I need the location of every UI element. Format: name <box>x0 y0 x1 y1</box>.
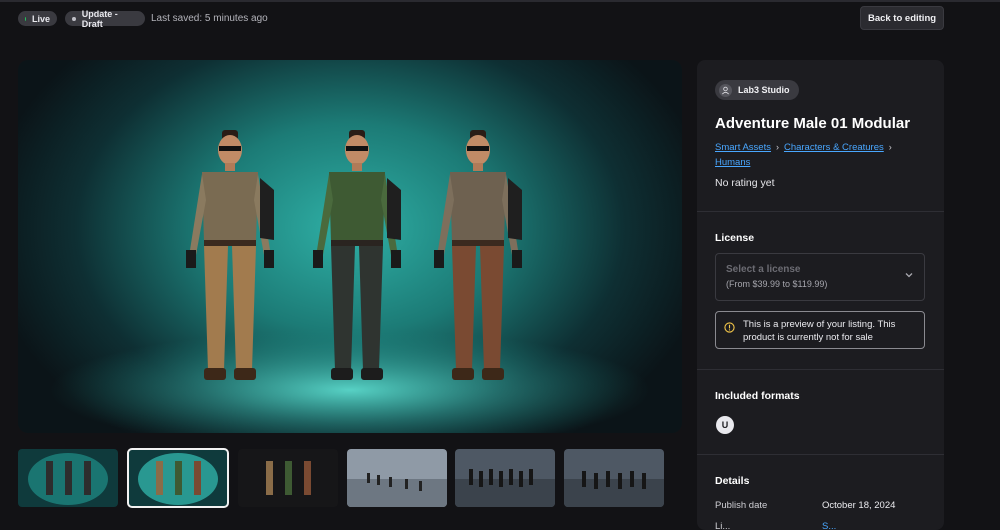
divider <box>697 454 944 455</box>
chevron-down-icon <box>905 273 913 278</box>
breadcrumb-characters-creatures[interactable]: Characters & Creatures <box>784 142 884 153</box>
thumbnail-4[interactable] <box>347 449 447 507</box>
studio-name: Lab3 Studio <box>738 85 790 95</box>
breadcrumb-smart-assets[interactable]: Smart Assets <box>715 142 771 153</box>
back-to-editing-button[interactable]: Back to editing <box>860 6 944 30</box>
product-title: Adventure Male 01 Modular <box>715 115 911 132</box>
chevron-right-icon: › <box>888 142 892 152</box>
unreal-engine-icon: U <box>716 416 734 434</box>
detail-label-2: Li... <box>715 521 731 530</box>
studio-chip[interactable]: Lab3 Studio <box>715 80 799 100</box>
divider <box>697 369 944 370</box>
format-label: U <box>721 420 729 430</box>
breadcrumb-humans[interactable]: Humans <box>715 157 750 168</box>
thumbnail-5[interactable] <box>455 449 555 507</box>
divider <box>697 211 944 212</box>
main-preview-image[interactable] <box>18 60 682 433</box>
top-bar: Live Update - Draft Last saved: 5 minute… <box>18 6 944 30</box>
thumbnail-2[interactable] <box>127 448 229 508</box>
details-heading: Details <box>715 475 750 487</box>
thumbnail-1[interactable] <box>18 449 118 507</box>
license-heading: License <box>715 232 755 244</box>
last-saved-text: Last saved: 5 minutes ago <box>151 13 268 24</box>
preview-notice-text: This is a preview of your listing. This … <box>743 319 896 343</box>
status-badge-draft: Update - Draft <box>65 8 145 29</box>
live-dot-icon <box>25 16 26 21</box>
status-draft-label: Update - Draft <box>81 8 118 29</box>
license-select[interactable]: Select a license (From $39.99 to $119.99… <box>715 253 925 301</box>
license-select-placeholder: Select a license <box>726 264 801 275</box>
formats-heading: Included formats <box>715 390 800 402</box>
chevron-right-icon: › <box>775 142 779 152</box>
preview-notice: This is a preview of your listing. This … <box>715 311 925 349</box>
thumbnail-3[interactable] <box>238 449 338 507</box>
thumbnail-6[interactable] <box>564 449 664 507</box>
status-badge-live: Live <box>18 11 57 26</box>
product-panel: Lab3 Studio Adventure Male 01 Modular Sm… <box>697 60 944 530</box>
character-render-illustration <box>50 130 650 433</box>
user-icon <box>722 86 729 94</box>
detail-value-publish-date: October 18, 2024 <box>822 500 896 511</box>
draft-dot-icon <box>72 16 76 21</box>
rating-text: No rating yet <box>715 177 775 189</box>
top-border <box>0 0 1000 2</box>
status-live-label: Live <box>31 13 50 24</box>
thumbnail-strip <box>18 448 664 508</box>
avatar <box>719 83 732 97</box>
breadcrumb: Smart Assets › Characters & Creatures › Hum… <box>715 140 935 170</box>
detail-label-publish-date: Publish date <box>715 500 768 511</box>
info-icon <box>724 322 735 333</box>
detail-value-2[interactable]: S... <box>822 521 836 530</box>
license-price-range: (From $39.99 to $119.99) <box>726 279 828 289</box>
